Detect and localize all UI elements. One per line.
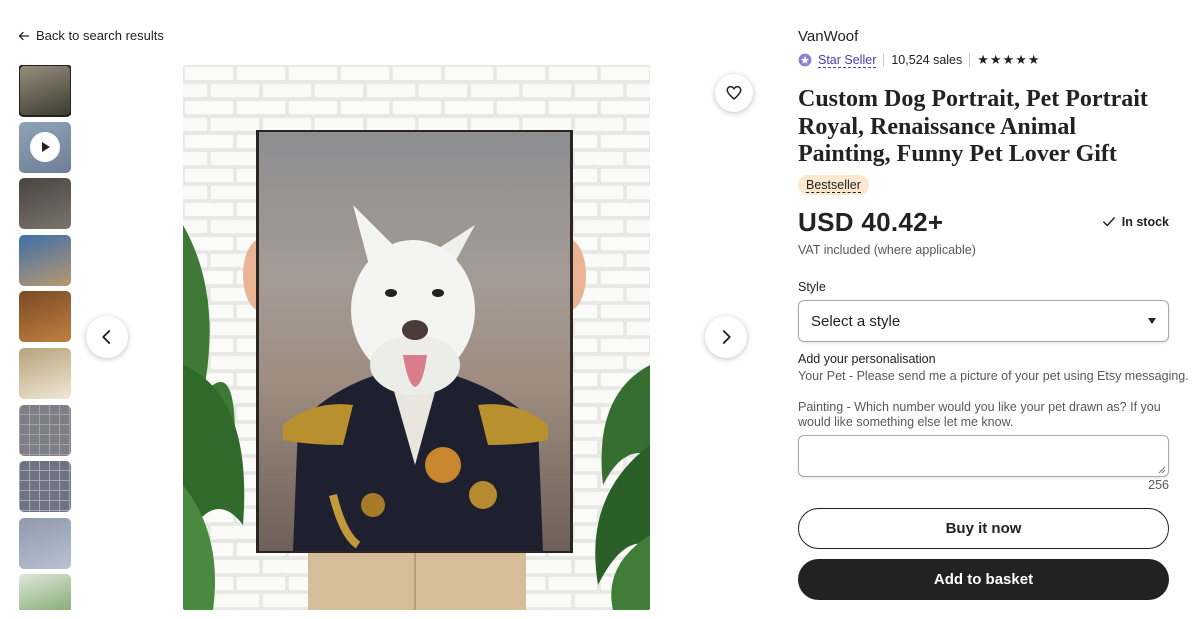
style-label: Style xyxy=(798,280,826,294)
style-select[interactable]: Select a style xyxy=(798,300,1169,342)
previous-image-button[interactable] xyxy=(86,316,128,358)
stock-status: In stock xyxy=(1102,215,1169,229)
thumbnail-10[interactable] xyxy=(19,574,71,610)
thumbnail-7[interactable] xyxy=(19,404,71,456)
favorite-button[interactable] xyxy=(715,74,753,112)
thumbnail-list xyxy=(19,65,71,610)
product-title: Custom Dog Portrait, Pet Portrait Royal,… xyxy=(798,86,1148,167)
divider xyxy=(969,53,971,67)
divider xyxy=(883,53,885,67)
bestseller-label: Bestseller xyxy=(806,178,861,193)
thumbnail-5[interactable] xyxy=(19,291,71,343)
thumbnail-8[interactable] xyxy=(19,461,71,513)
style-select-value: Select a style xyxy=(811,312,901,330)
shop-name-link[interactable]: VanWoof xyxy=(798,28,858,45)
seller-info-row: Star Seller 10,524 sales ★★★★★ xyxy=(798,52,1041,68)
personalisation-instruction-1: Your Pet - Please send me a picture of y… xyxy=(798,369,1189,383)
star-seller-badge-icon xyxy=(798,53,812,67)
star-seller-link[interactable]: Star Seller xyxy=(818,53,877,68)
stock-label: In stock xyxy=(1121,215,1169,229)
checkmark-icon xyxy=(1102,217,1115,227)
resize-handle-icon[interactable] xyxy=(1158,466,1166,474)
next-image-button[interactable] xyxy=(705,316,747,358)
thumbnail-4[interactable] xyxy=(19,234,71,286)
product-price: USD 40.42+ xyxy=(798,207,944,237)
caret-down-icon xyxy=(1148,318,1156,324)
thumbnail-2[interactable] xyxy=(19,121,71,173)
personalisation-instruction-2: Painting - Which number would you like y… xyxy=(798,400,1161,429)
personalisation-title: Add your personalisation xyxy=(798,352,936,366)
thumbnail-3[interactable] xyxy=(19,178,71,230)
thumbnail-1[interactable] xyxy=(19,65,71,117)
thumbnail-9[interactable] xyxy=(19,517,71,569)
sales-count: 10,524 sales xyxy=(891,53,963,67)
main-product-image xyxy=(183,65,650,610)
add-to-basket-button[interactable]: Add to basket xyxy=(798,559,1169,600)
rating-stars[interactable]: ★★★★★ xyxy=(977,52,1040,68)
bestseller-badge[interactable]: Bestseller xyxy=(798,175,869,195)
buy-it-now-button[interactable]: Buy it now xyxy=(798,508,1169,549)
back-to-search-link[interactable]: Back to search results xyxy=(18,28,164,43)
back-link-label: Back to search results xyxy=(36,28,164,43)
character-counter: 256 xyxy=(1148,478,1169,492)
chevron-right-icon xyxy=(722,330,731,344)
play-icon xyxy=(30,132,60,163)
arrow-left-icon xyxy=(18,31,30,40)
vat-note: VAT included (where applicable) xyxy=(798,243,976,257)
thumbnail-6[interactable] xyxy=(19,347,71,399)
personalisation-textarea[interactable] xyxy=(798,435,1169,477)
heart-icon xyxy=(726,85,742,100)
chevron-left-icon xyxy=(102,330,111,344)
